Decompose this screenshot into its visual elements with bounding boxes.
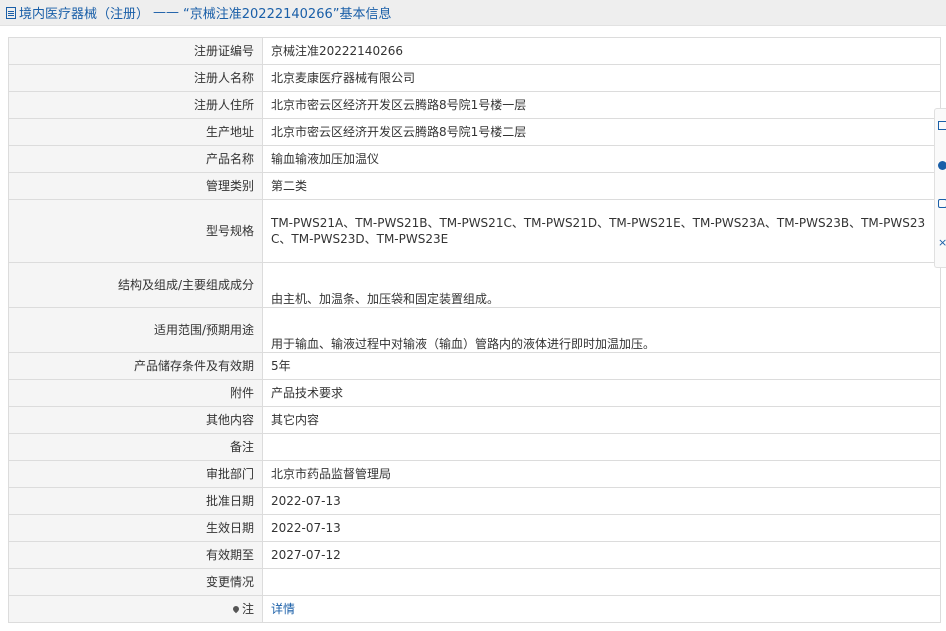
table-row: 有效期至 2027-07-12 [8, 541, 941, 569]
row-label: 适用范围/预期用途 [8, 307, 263, 353]
row-label: 注册人名称 [8, 64, 263, 92]
row-value: 产品技术要求 [262, 379, 941, 407]
row-value: 详情 [262, 595, 941, 623]
table-row: 注册证编号 京械注准20222140266 [8, 37, 941, 65]
table-row: 其他内容 其它内容 [8, 406, 941, 434]
row-label: 管理类别 [8, 172, 263, 200]
edit-icon[interactable] [938, 121, 946, 130]
info-icon[interactable] [938, 161, 946, 170]
details-link[interactable]: 详情 [271, 602, 295, 616]
row-value [262, 568, 941, 596]
table-row: 生效日期 2022-07-13 [8, 514, 941, 542]
table-row: 批准日期 2022-07-13 [8, 487, 941, 515]
table-row: 注册人住所 北京市密云区经济开发区云腾路8号院1号楼一层 [8, 91, 941, 119]
page-title-bar: 境内医疗器械（注册） —— “京械注准20222140266”基本信息 [0, 0, 946, 26]
table-row: 注 详情 [8, 595, 941, 623]
table-row: 生产地址 北京市密云区经济开发区云腾路8号院1号楼二层 [8, 118, 941, 146]
title-heading: “京械注准20222140266”基本信息 [183, 7, 392, 22]
row-label: 有效期至 [8, 541, 263, 569]
title-separator: —— [153, 5, 180, 20]
row-value [262, 433, 941, 461]
row-value: 输血输液加压加温仪 [262, 145, 941, 173]
row-label-note: 注 [8, 595, 263, 623]
row-label: 生产地址 [8, 118, 263, 146]
row-label: 产品储存条件及有效期 [8, 352, 263, 380]
row-label: 注册人住所 [8, 91, 263, 119]
row-label: 其他内容 [8, 406, 263, 434]
row-value: 用于输血、输液过程中对输液（输血）管路内的液体进行即时加温加压。 [262, 307, 941, 353]
info-table: 注册证编号 京械注准20222140266 注册人名称 北京麦康医疗器械有限公司… [8, 37, 941, 623]
note-label: 注 [241, 602, 254, 616]
row-value: 北京麦康医疗器械有限公司 [262, 64, 941, 92]
row-value: 2027-07-12 [262, 541, 941, 569]
row-label: 审批部门 [8, 460, 263, 488]
table-row: 备注 [8, 433, 941, 461]
row-label: 备注 [8, 433, 263, 461]
row-value: 北京市密云区经济开发区云腾路8号院1号楼二层 [262, 118, 941, 146]
row-label: 变更情况 [8, 568, 263, 596]
row-value: 京械注准20222140266 [262, 37, 941, 65]
row-value: 北京市密云区经济开发区云腾路8号院1号楼一层 [262, 91, 941, 119]
document-icon [6, 6, 16, 19]
close-icon[interactable]: × [938, 237, 946, 249]
table-row: 产品储存条件及有效期 5年 [8, 352, 941, 380]
device-icon[interactable] [938, 199, 946, 208]
row-label: 附件 [8, 379, 263, 407]
row-value: 第二类 [262, 172, 941, 200]
side-toolbar: × [934, 108, 946, 268]
row-label: 结构及组成/主要组成成分 [8, 262, 263, 308]
table-row: 产品名称 输血输液加压加温仪 [8, 145, 941, 173]
title-category: 境内医疗器械（注册） [19, 7, 150, 22]
table-row: 附件 产品技术要求 [8, 379, 941, 407]
row-label: 生效日期 [8, 514, 263, 542]
row-value: 由主机、加温条、加压袋和固定装置组成。 [262, 262, 941, 308]
row-label: 注册证编号 [8, 37, 263, 65]
row-value: 北京市药品监督管理局 [262, 460, 941, 488]
table-row: 结构及组成/主要组成成分 由主机、加温条、加压袋和固定装置组成。 [8, 262, 941, 308]
row-value: 2022-07-13 [262, 514, 941, 542]
table-row: 管理类别 第二类 [8, 172, 941, 200]
row-label: 批准日期 [8, 487, 263, 515]
row-value: 2022-07-13 [262, 487, 941, 515]
table-row: 审批部门 北京市药品监督管理局 [8, 460, 941, 488]
row-value-model-spec: TM-PWS21A、TM-PWS21B、TM-PWS21C、TM-PWS21D、… [262, 199, 941, 263]
row-value: 其它内容 [262, 406, 941, 434]
table-row: 变更情况 [8, 568, 941, 596]
pin-icon [231, 604, 241, 614]
row-value: 5年 [262, 352, 941, 380]
row-label: 产品名称 [8, 145, 263, 173]
row-label: 型号规格 [8, 199, 263, 263]
table-row: 注册人名称 北京麦康医疗器械有限公司 [8, 64, 941, 92]
table-row: 适用范围/预期用途 用于输血、输液过程中对输液（输血）管路内的液体进行即时加温加… [8, 307, 941, 353]
table-row: 型号规格 TM-PWS21A、TM-PWS21B、TM-PWS21C、TM-PW… [8, 199, 941, 263]
